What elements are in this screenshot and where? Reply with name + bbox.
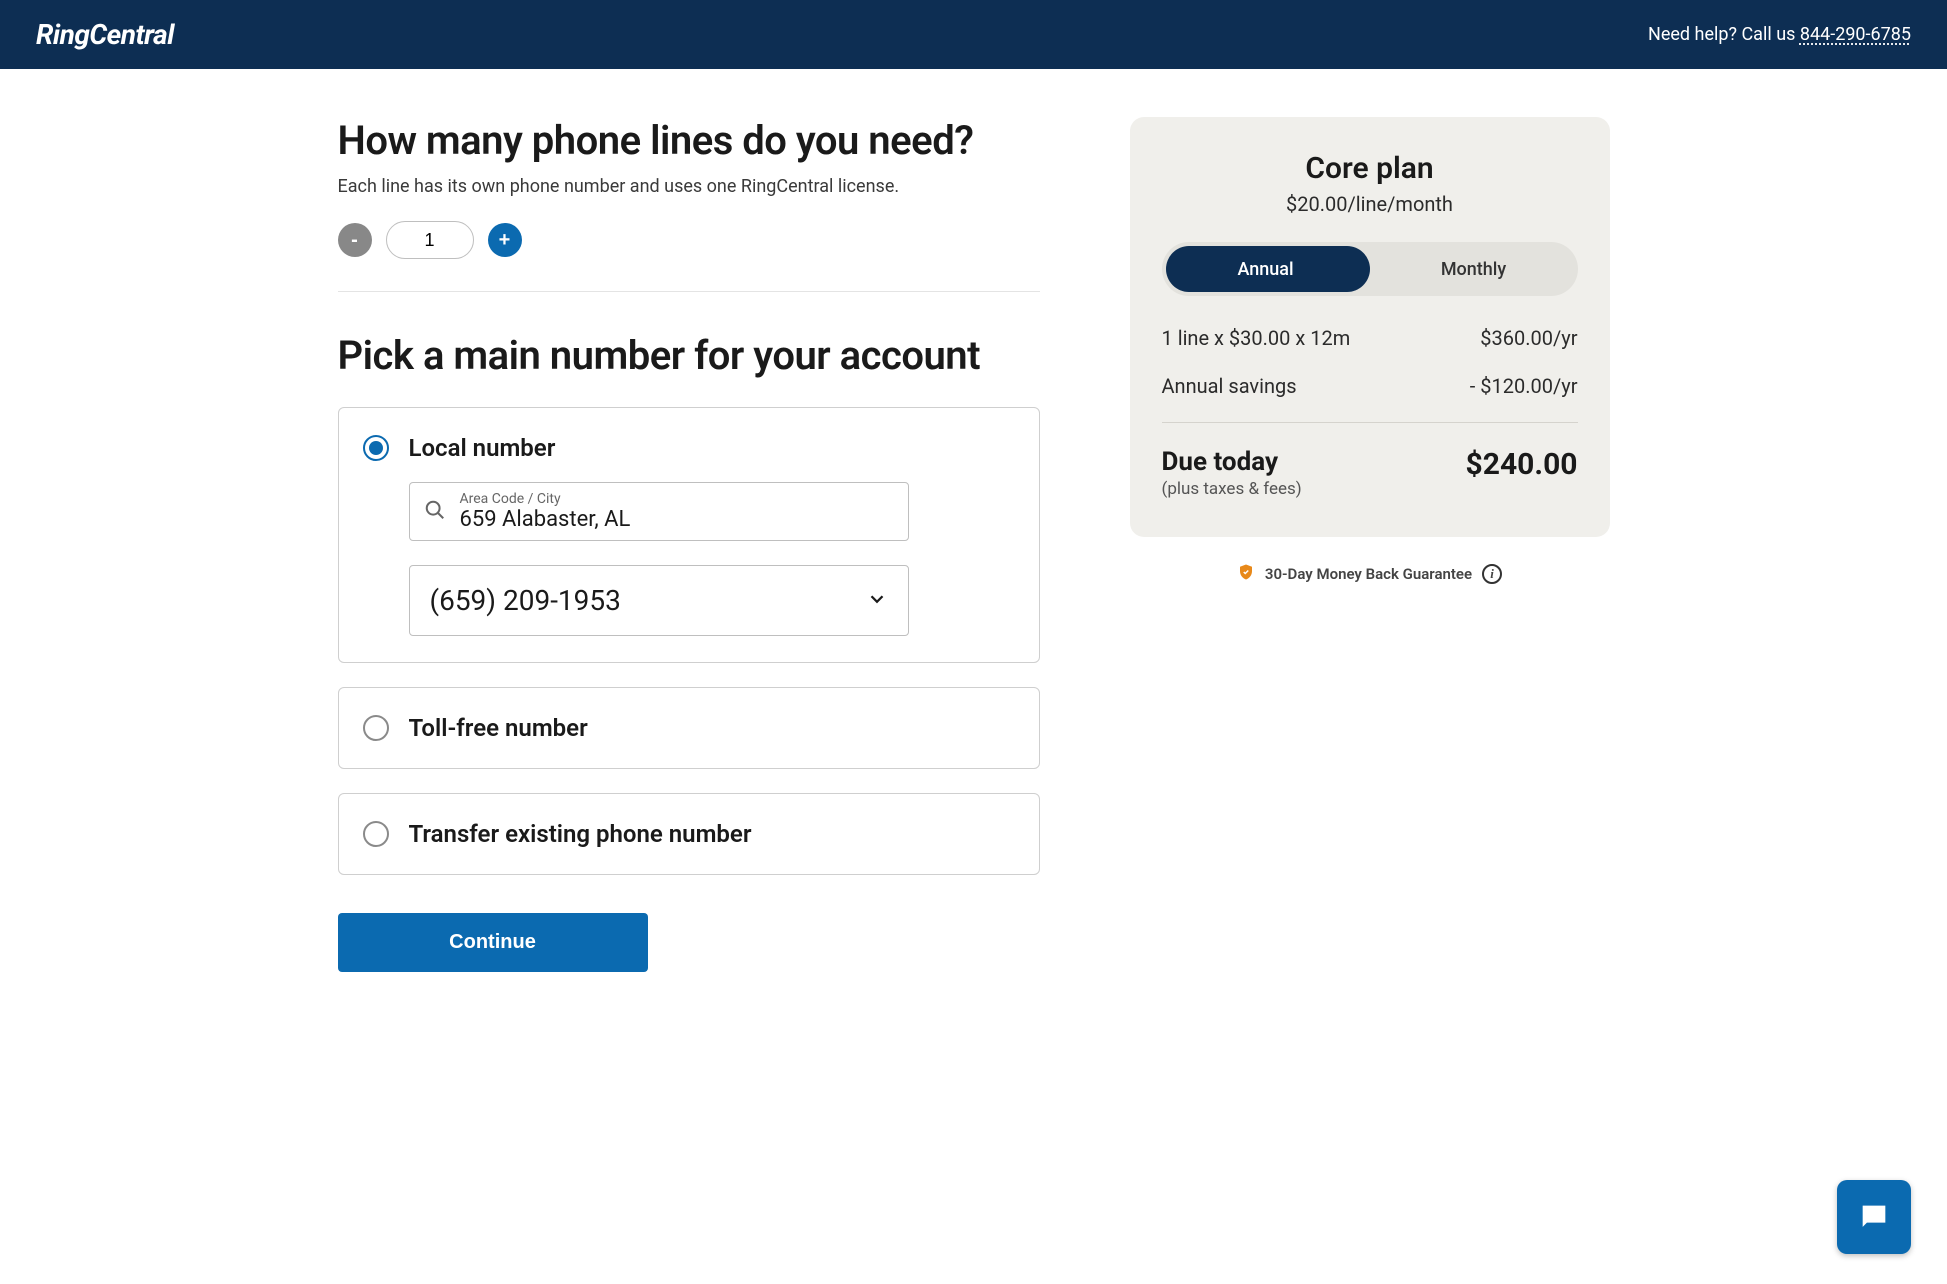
- area-code-value: 659 Alabaster, AL: [460, 507, 631, 532]
- line1-label: 1 line x $30.00 x 12m: [1162, 326, 1351, 350]
- increment-button[interactable]: +: [488, 223, 522, 257]
- help-text: Need help? Call us: [1648, 24, 1800, 45]
- line-item-subtotal: 1 line x $30.00 x 12m $360.00/yr: [1162, 326, 1578, 350]
- money-back-guarantee: 30-Day Money Back Guarantee i: [1130, 563, 1610, 585]
- guarantee-text: 30-Day Money Back Guarantee: [1265, 565, 1472, 583]
- option-toll-free-label: Toll-free number: [409, 714, 588, 742]
- option-transfer[interactable]: Transfer existing phone number: [338, 793, 1040, 875]
- line1-value: $360.00/yr: [1480, 326, 1577, 350]
- plan-price: $20.00/line/month: [1162, 192, 1578, 216]
- phone-number-select[interactable]: (659) 209-1953: [409, 565, 909, 636]
- lines-title: How many phone lines do you need?: [338, 117, 1040, 164]
- lines-subtitle: Each line has its own phone number and u…: [338, 176, 1040, 197]
- pick-number-title: Pick a main number for your account: [338, 332, 1040, 379]
- option-local-label: Local number: [409, 434, 556, 462]
- line-item-savings: Annual savings - $120.00/yr: [1162, 374, 1578, 398]
- due-label: Due today: [1162, 447, 1302, 477]
- selected-phone-number: (659) 209-1953: [430, 584, 621, 617]
- section-divider: [338, 291, 1040, 292]
- area-code-search[interactable]: Area Code / City 659 Alabaster, AL: [409, 482, 909, 541]
- brand-logo: RingCentral: [36, 18, 174, 51]
- order-summary: Core plan $20.00/line/month Annual Month…: [1130, 117, 1610, 537]
- radio-transfer[interactable]: [363, 821, 389, 847]
- option-transfer-label: Transfer existing phone number: [409, 820, 752, 848]
- chevron-down-icon: [866, 584, 888, 617]
- option-toll-free[interactable]: Toll-free number: [338, 687, 1040, 769]
- line2-value: - $120.00/yr: [1470, 374, 1578, 398]
- plan-name: Core plan: [1162, 151, 1578, 186]
- radio-toll-free[interactable]: [363, 715, 389, 741]
- line-count-input[interactable]: [386, 221, 474, 259]
- option-local-number[interactable]: Local number Area Code / City 659 Alabas…: [338, 407, 1040, 663]
- quantity-stepper: - +: [338, 221, 1040, 259]
- decrement-button[interactable]: -: [338, 223, 372, 257]
- header-bar: RingCentral Need help? Call us 844-290-6…: [0, 0, 1947, 69]
- continue-button[interactable]: Continue: [338, 913, 648, 972]
- info-icon[interactable]: i: [1482, 564, 1502, 584]
- due-today-row: Due today (plus taxes & fees) $240.00: [1162, 447, 1578, 499]
- chat-launcher-button[interactable]: [1837, 1180, 1911, 1254]
- radio-local[interactable]: [363, 435, 389, 461]
- billing-toggle: Annual Monthly: [1162, 242, 1578, 296]
- summary-divider: [1162, 422, 1578, 423]
- search-icon: [424, 499, 446, 525]
- line2-label: Annual savings: [1162, 374, 1297, 398]
- area-code-label: Area Code / City: [460, 491, 631, 507]
- help-call: Need help? Call us 844-290-6785: [1648, 24, 1911, 45]
- due-sub: (plus taxes & fees): [1162, 479, 1302, 499]
- help-phone-link[interactable]: 844-290-6785: [1800, 24, 1911, 45]
- toggle-annual[interactable]: Annual: [1162, 242, 1370, 296]
- chat-icon: [1857, 1200, 1891, 1234]
- shield-check-icon: [1237, 563, 1255, 585]
- due-amount: $240.00: [1466, 447, 1578, 482]
- toggle-monthly[interactable]: Monthly: [1370, 242, 1578, 296]
